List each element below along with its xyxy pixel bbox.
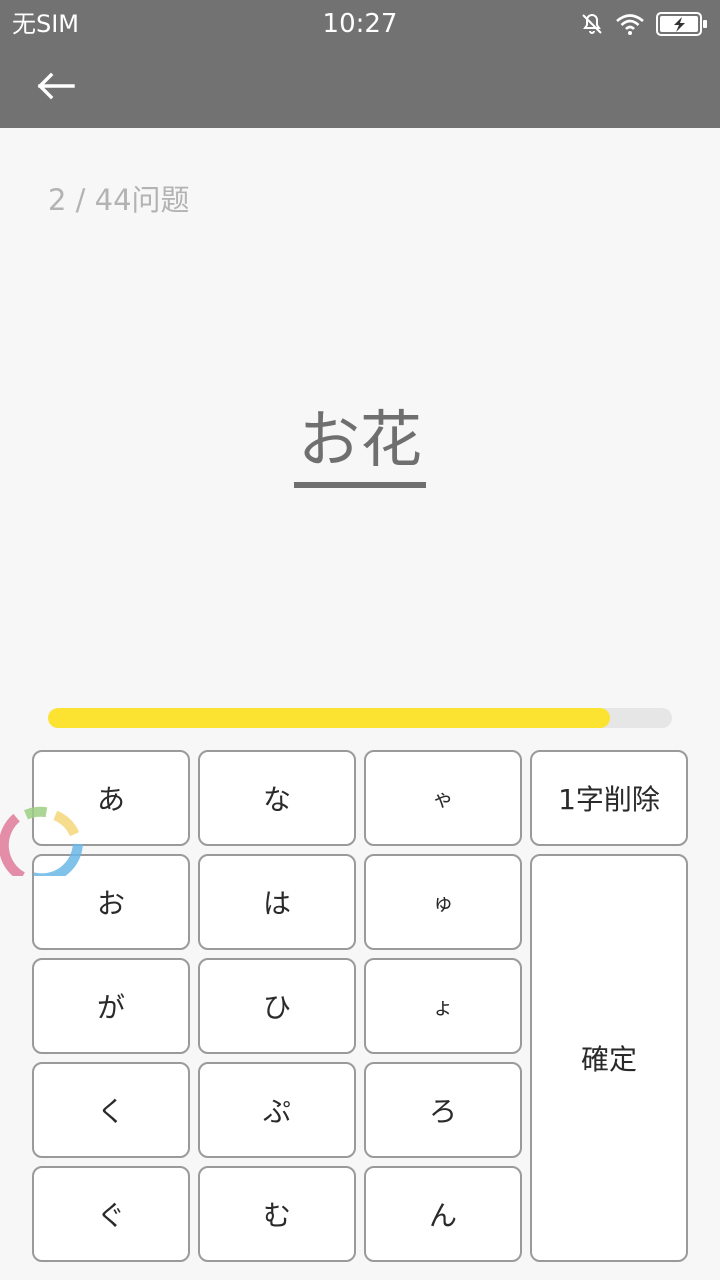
progress-bar-fill — [48, 708, 610, 728]
confirm-button[interactable]: 確定 — [530, 854, 688, 1262]
question-word: お花 — [293, 404, 426, 488]
key-kana[interactable]: ひ — [198, 958, 356, 1054]
question-word-container: お花 — [0, 404, 720, 488]
progress-bar-track — [48, 708, 672, 728]
bell-muted-icon — [580, 12, 604, 36]
wifi-icon — [614, 12, 646, 36]
kana-keyboard: あ な ゃ 1字削除 お は ゅ 確定 が ひ ょ く ぷ ろ ぐ む ん — [32, 750, 688, 1262]
key-kana[interactable]: く — [32, 1062, 190, 1158]
key-kana[interactable]: ろ — [364, 1062, 522, 1158]
app-bar — [0, 48, 720, 128]
back-button[interactable] — [28, 64, 84, 112]
key-kana[interactable]: な — [198, 750, 356, 846]
status-bar: 无SIM 10:27 — [0, 0, 720, 48]
key-kana[interactable]: が — [32, 958, 190, 1054]
key-kana[interactable]: ん — [364, 1166, 522, 1262]
loading-spinner-icon — [0, 806, 83, 876]
key-kana[interactable]: ゅ — [364, 854, 522, 950]
key-kana[interactable]: ぐ — [32, 1166, 190, 1262]
key-kana[interactable]: ゃ — [364, 750, 522, 846]
key-kana[interactable]: ぷ — [198, 1062, 356, 1158]
question-progress-text: 2 / 44问题 — [48, 183, 190, 217]
battery-charging-icon — [656, 11, 708, 37]
key-kana[interactable]: ょ — [364, 958, 522, 1054]
arrow-left-icon — [36, 72, 76, 104]
delete-char-button[interactable]: 1字削除 — [530, 750, 688, 846]
key-kana[interactable]: は — [198, 854, 356, 950]
key-kana[interactable]: む — [198, 1166, 356, 1262]
status-icons — [580, 10, 708, 38]
